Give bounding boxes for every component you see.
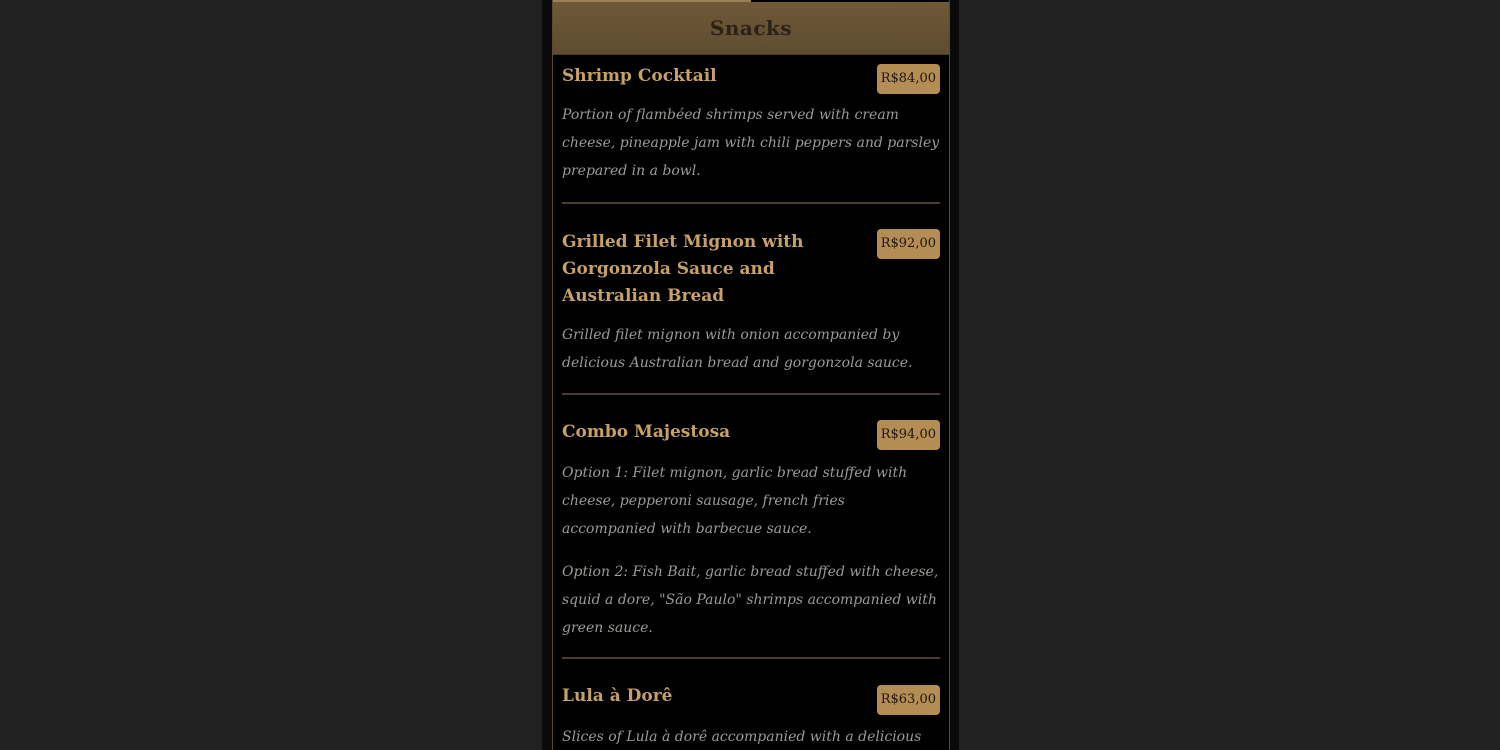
menu-item[interactable]: Combo Majestosa R$94,00 Option 1: Filet …: [562, 395, 940, 659]
section-title: Snacks: [709, 16, 793, 40]
menu-item[interactable]: Shrimp Cocktail R$84,00 Portion of flamb…: [562, 55, 940, 204]
menu-panel: Snacks Shrimp Cocktail R$84,00 Portion o…: [552, 0, 950, 750]
menu-item-description: Slices of Lula à dorê accompanied with a…: [562, 729, 922, 745]
menu-item-description-option-2: Option 2: Fish Bait, garlic bread stuffe…: [562, 564, 939, 636]
menu-item-name: Combo Majestosa: [562, 422, 731, 442]
menu-item-price-badge: R$63,00: [876, 685, 940, 715]
menu-item-description-option-1: Option 1: Filet mignon, garlic bread stu…: [562, 465, 908, 537]
menu-item-price-badge: R$84,00: [876, 64, 940, 94]
menu-item-price-badge: R$94,00: [876, 420, 940, 450]
menu-item-name: Shrimp Cocktail: [562, 66, 717, 86]
menu-item-name: Grilled Filet Mignon with Gorgonzola Sau…: [562, 232, 804, 306]
menu-frame: Snacks Shrimp Cocktail R$84,00 Portion o…: [542, 0, 959, 750]
section-header[interactable]: Snacks: [553, 2, 949, 55]
menu-item-description: Grilled filet mignon with onion accompan…: [562, 327, 913, 371]
menu-item[interactable]: Lula à Dorê R$63,00 Slices of Lula à dor…: [562, 659, 940, 750]
menu-item-description: Portion of flambéed shrimps served with …: [562, 107, 940, 179]
menu-item-list: Shrimp Cocktail R$84,00 Portion of flamb…: [553, 55, 949, 750]
menu-item[interactable]: Grilled Filet Mignon with Gorgonzola Sau…: [562, 204, 940, 395]
menu-item-name: Lula à Dorê: [562, 686, 673, 706]
menu-item-price-badge: R$92,00: [876, 229, 940, 259]
